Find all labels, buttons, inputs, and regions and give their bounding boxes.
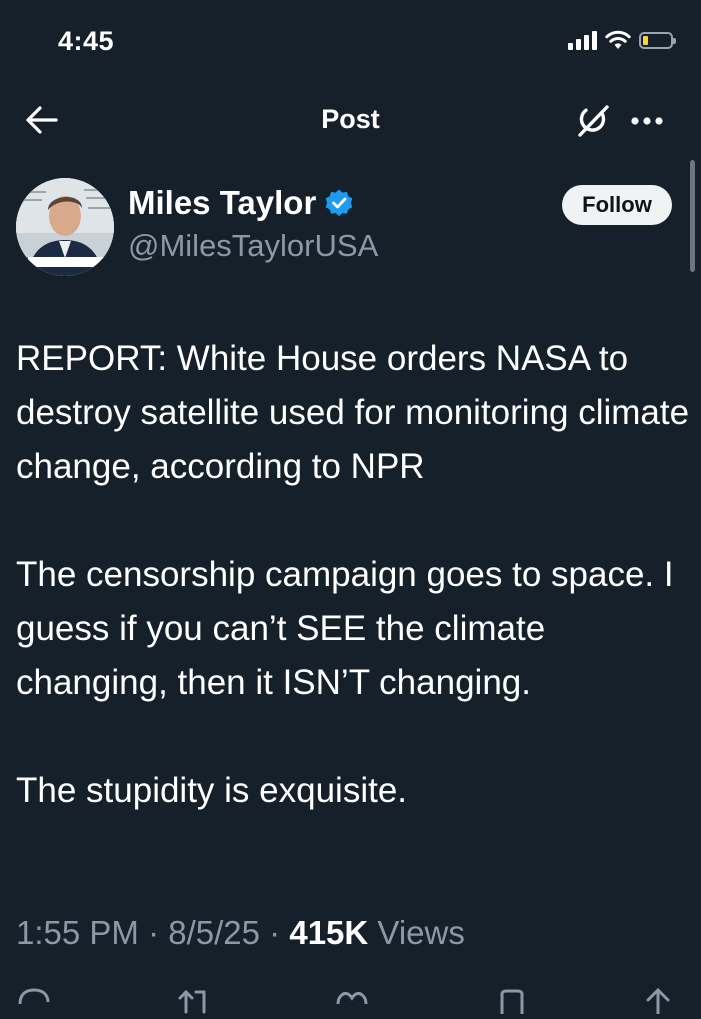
meta-separator: · bbox=[269, 914, 281, 951]
share-icon bbox=[646, 987, 670, 1016]
scrollbar[interactable] bbox=[690, 160, 695, 272]
cellular-signal-icon bbox=[568, 30, 597, 50]
status-bar: 4:45 bbox=[0, 0, 701, 86]
tweet-paragraph: The censorship campaign goes to space. I… bbox=[16, 555, 674, 702]
author-handle[interactable]: @MilesTaylorUSA bbox=[128, 228, 378, 264]
tweet-date[interactable]: 8/5/25 bbox=[168, 914, 260, 951]
tweet-paragraph: REPORT: White House orders NASA to destr… bbox=[16, 339, 690, 486]
tweet-text: REPORT: White House orders NASA to destr… bbox=[16, 332, 696, 818]
bookmark-button[interactable] bbox=[494, 984, 534, 1014]
verified-badge-icon bbox=[325, 189, 353, 217]
status-time: 4:45 bbox=[58, 26, 115, 56]
more-options-button[interactable] bbox=[624, 100, 670, 142]
avatar[interactable] bbox=[16, 178, 114, 276]
views-label[interactable]: Views bbox=[377, 914, 464, 951]
reply-icon bbox=[18, 988, 50, 1005]
author-name[interactable]: Miles Taylor bbox=[128, 184, 354, 222]
tweet-meta: 1:55 PM · 8/5/25 · 415K Views bbox=[16, 914, 465, 952]
grok-button[interactable] bbox=[572, 100, 614, 142]
share-button[interactable] bbox=[640, 984, 680, 1016]
meta-separator: · bbox=[148, 914, 160, 951]
like-button[interactable] bbox=[334, 984, 374, 1014]
heart-icon bbox=[336, 992, 368, 1005]
repost-button[interactable] bbox=[174, 984, 214, 1014]
status-icons bbox=[568, 30, 676, 50]
more-icon bbox=[631, 117, 663, 125]
grok-icon bbox=[578, 105, 609, 137]
reply-button[interactable] bbox=[16, 984, 56, 1014]
views-count[interactable]: 415K bbox=[289, 914, 368, 951]
follow-button[interactable]: Follow bbox=[562, 185, 672, 225]
wifi-icon bbox=[605, 30, 631, 49]
action-bar bbox=[0, 984, 701, 1016]
avatar-image bbox=[16, 178, 114, 276]
author-name-text[interactable]: Miles Taylor bbox=[128, 184, 316, 222]
repost-icon bbox=[178, 989, 206, 1014]
tweet-time[interactable]: 1:55 PM bbox=[16, 914, 139, 951]
post-header: Post bbox=[0, 92, 701, 148]
bookmark-icon bbox=[500, 989, 524, 1014]
tweet-paragraph: The stupidity is exquisite. bbox=[16, 771, 408, 810]
battery-icon bbox=[639, 31, 676, 49]
